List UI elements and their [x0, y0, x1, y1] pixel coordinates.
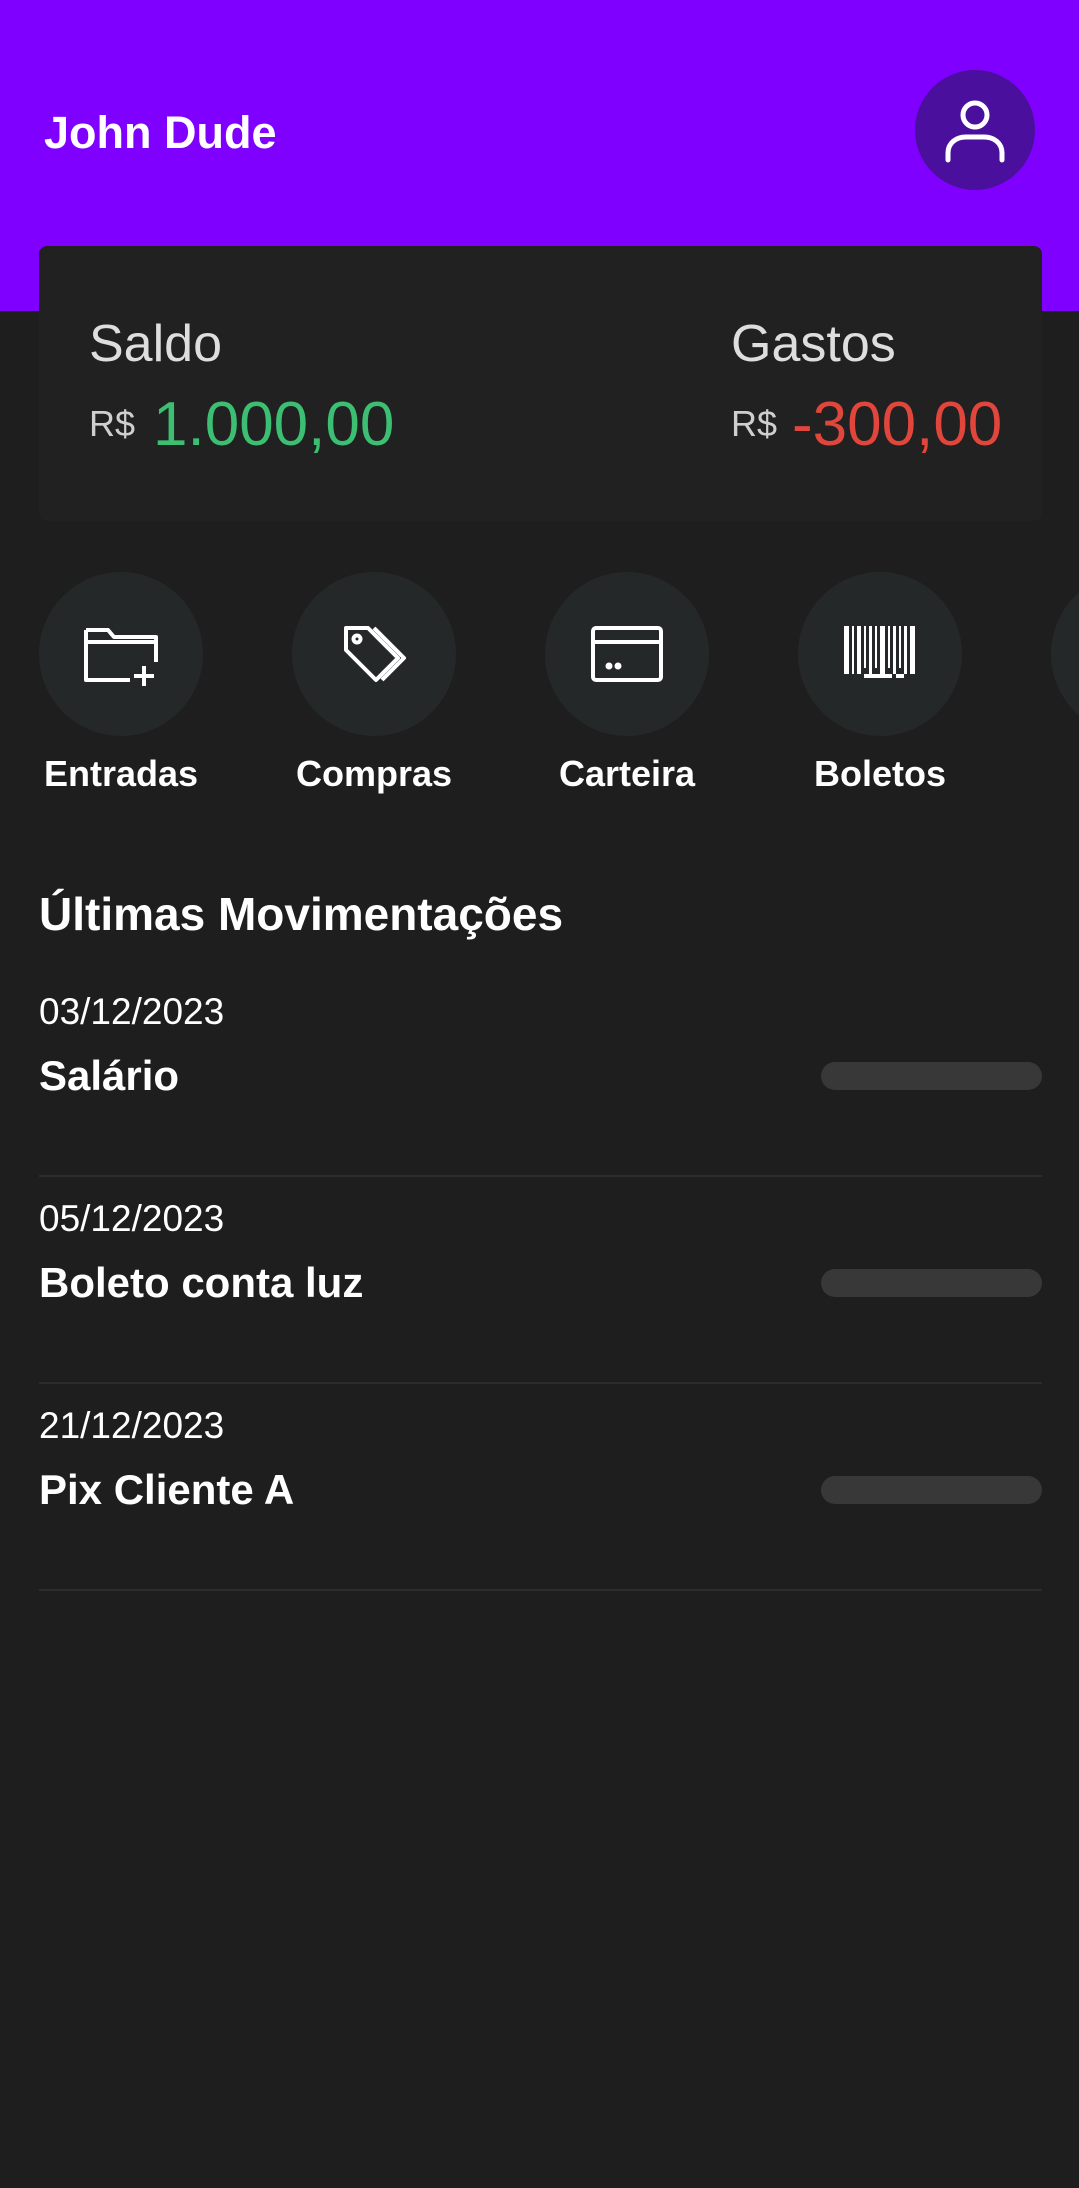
action-boletos-label: Boletos: [813, 753, 946, 794]
action-carteira-label: Carteira: [558, 753, 696, 794]
action-entradas-label: Entradas: [43, 753, 199, 794]
action-carteira-circle[interactable]: [545, 572, 709, 736]
profile-button[interactable]: [915, 70, 1035, 190]
folder-plus-icon: [84, 628, 158, 686]
amount-placeholder: [821, 1062, 1042, 1090]
action-compras-label: Compras: [295, 753, 453, 794]
gastos-currency: R$: [731, 403, 778, 444]
credit-card-icon: [591, 626, 663, 682]
action-entradas-circle[interactable]: [39, 572, 203, 736]
transaction-title: Boleto conta luz: [39, 1259, 364, 1306]
action-more-partial[interactable]: [1030, 572, 1079, 812]
barcode-icon: [844, 626, 915, 678]
saldo-value: 1.000,00: [153, 390, 395, 459]
transaction-date: 05/12/2023: [39, 1198, 225, 1239]
user-name: John Dude: [44, 107, 277, 158]
balance-card: Saldo R$ 1.000,00 Gastos R$ -300,00: [39, 246, 1042, 521]
transaction-date: 03/12/2023: [39, 991, 225, 1032]
amount-placeholder: [821, 1476, 1042, 1504]
gastos-value: -300,00: [792, 390, 1003, 459]
app-screen: John Dude Saldo R$ 1.000,00 Gastos R$ -3…: [0, 0, 1079, 2188]
action-more-circle[interactable]: [1051, 572, 1079, 736]
transaction-date: 21/12/2023: [39, 1405, 225, 1446]
saldo-currency: R$: [89, 403, 136, 444]
transaction-title: Salário: [39, 1052, 180, 1099]
action-carteira[interactable]: Carteira: [524, 572, 724, 812]
list-item[interactable]: 21/12/2023 Pix Cliente A: [39, 1384, 1042, 1591]
action-boletos[interactable]: Boletos: [777, 572, 977, 812]
action-compras-circle[interactable]: [292, 572, 456, 736]
action-boletos-circle[interactable]: [798, 572, 962, 736]
amount-placeholder: [821, 1269, 1042, 1297]
gastos-label: Gastos: [731, 315, 896, 373]
action-compras[interactable]: Compras: [271, 572, 471, 812]
action-entradas[interactable]: Entradas: [18, 572, 218, 812]
list-item[interactable]: 03/12/2023 Salário: [39, 970, 1042, 1177]
list-item[interactable]: 05/12/2023 Boleto conta luz: [39, 1177, 1042, 1384]
quick-actions: Entradas Compras Carteira Boletos: [0, 572, 1079, 812]
user-icon: [945, 100, 1005, 163]
section-title: Últimas Movimentações: [39, 888, 564, 940]
tags-icon: [344, 626, 406, 682]
transactions-list: 03/12/2023 Salário 05/12/2023 Boleto con…: [39, 970, 1042, 1591]
saldo-label: Saldo: [89, 315, 222, 373]
transaction-title: Pix Cliente A: [39, 1466, 295, 1513]
